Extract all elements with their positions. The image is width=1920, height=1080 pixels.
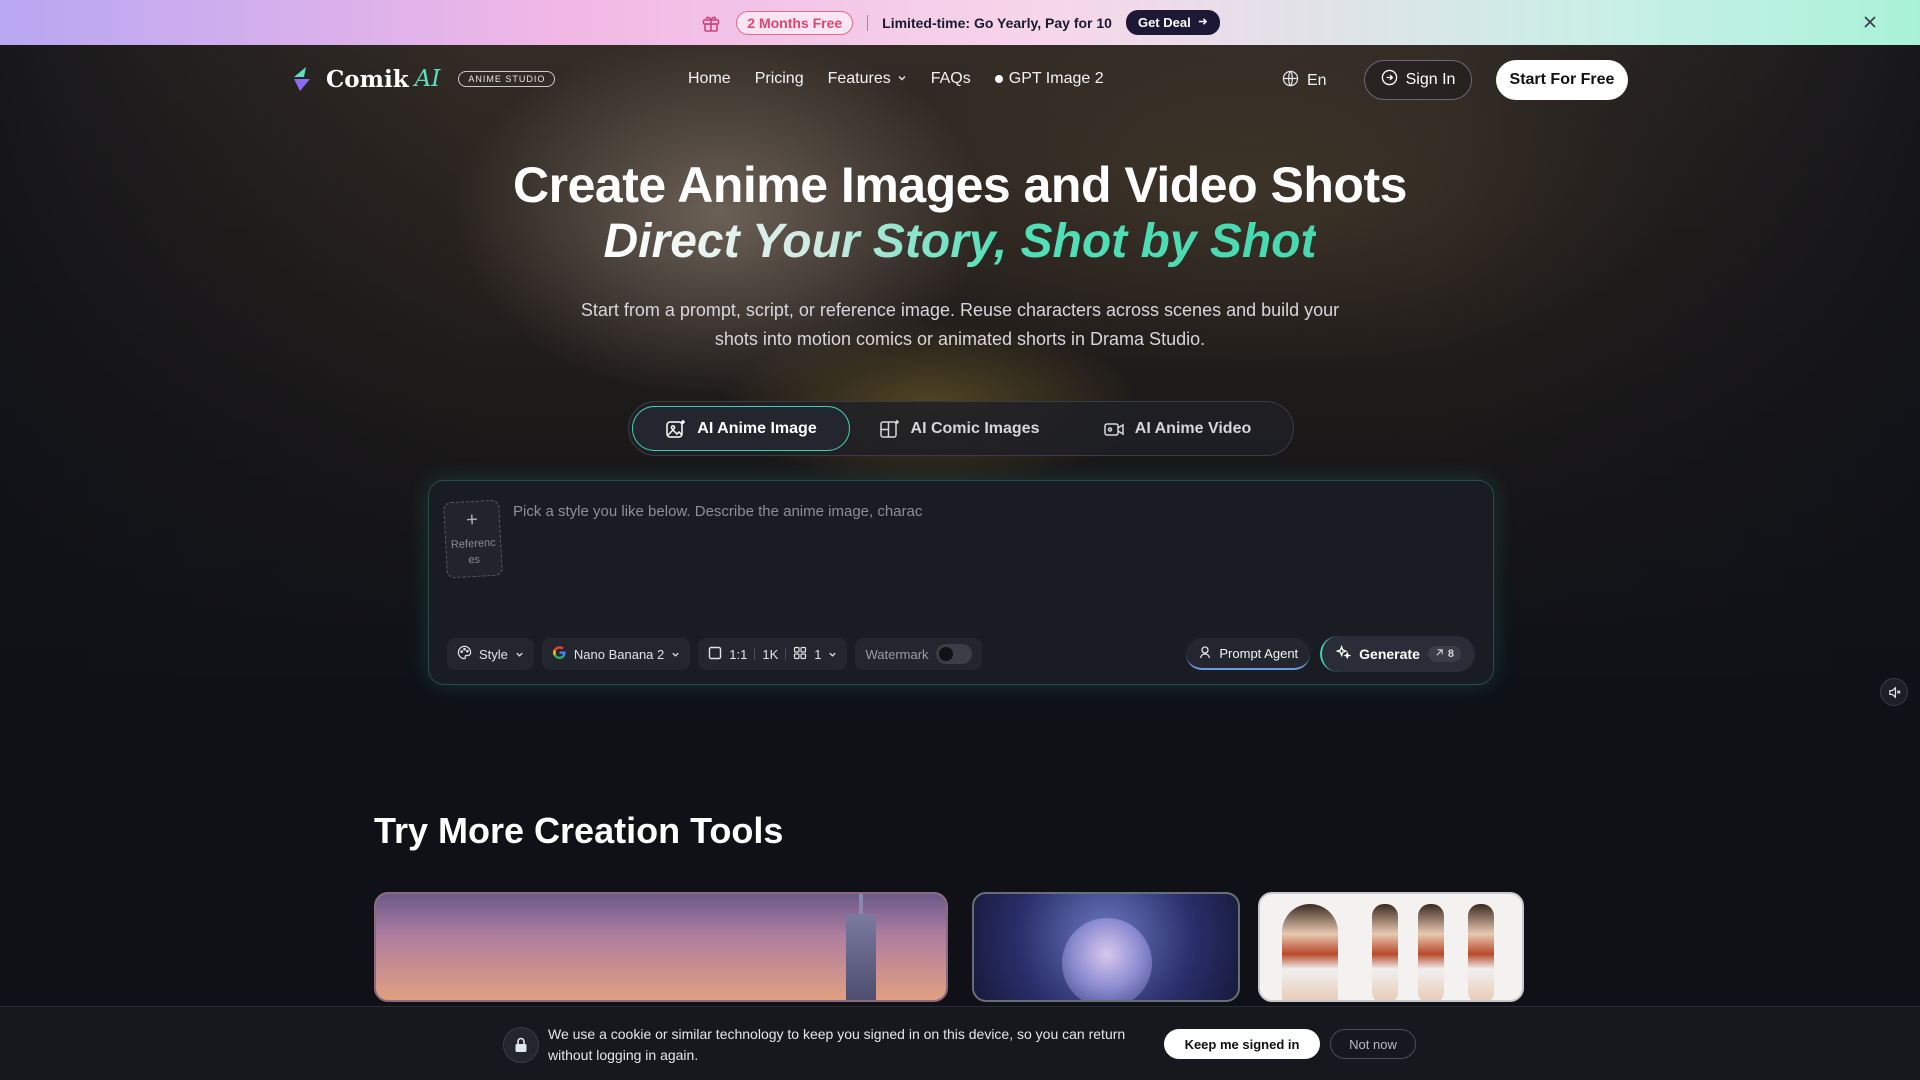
aspect-ratio-icon [708,646,722,663]
tab-ai-anime-video-label: AI Anime Video [1134,419,1252,437]
add-references-button[interactable]: + References [443,499,503,579]
generate-button[interactable]: Generate 8 [1320,636,1475,672]
promo-divider [867,14,869,31]
gift-icon [700,12,722,34]
tool-card-anime-girl[interactable] [972,892,1240,1002]
start-for-free-button[interactable]: Start For Free [1496,60,1628,100]
model-dropdown[interactable]: Nano Banana 2 [541,638,691,670]
mode-tabs: AI Anime Image AI Comic Images AI Anime … [628,401,1294,456]
not-now-button[interactable]: Not now [1330,1029,1416,1059]
video-camera-icon [1103,418,1125,440]
references-label: References [450,536,496,567]
nav-features-label: Features [827,70,891,87]
watermark-toggle[interactable] [935,644,972,664]
chevron-down-icon [828,647,837,662]
sign-in-button[interactable]: Sign In [1364,60,1472,100]
keep-signed-in-button[interactable]: Keep me signed in [1164,1029,1320,1059]
close-icon[interactable] [1860,12,1880,32]
mute-icon[interactable] [1880,678,1908,706]
brand-ai: AI [414,66,441,92]
prompt-agent-button[interactable]: Prompt Agent [1186,638,1311,670]
image-sparkle-icon [665,418,687,440]
tab-ai-comic-images[interactable]: AI Comic Images [850,406,1068,451]
sparkle-icon [1335,644,1352,663]
ratio-label: 1:1 [729,646,748,662]
resolution-label: 1K [762,646,779,662]
model-label: Nano Banana 2 [573,646,665,662]
credit-count: 8 [1447,648,1454,660]
prompt-actions: Prompt Agent Generate 8 [1186,636,1475,672]
divider [754,648,756,660]
watermark-toggle-chip: Watermark [855,638,982,670]
dot-icon [994,75,1003,83]
top-navigation: Comik AI ANIME STUDIO Home Pricing Featu… [0,45,1920,115]
watermark-label: Watermark [865,646,929,662]
count-label: 1 [814,646,822,662]
nav-features[interactable]: Features [828,70,907,88]
promo-text: Limited-time: Go Yearly, Pay for 10 [882,14,1112,31]
plus-icon: + [465,508,479,532]
tab-ai-comic-images-label: AI Comic Images [910,419,1040,437]
sign-in-icon [1381,69,1398,91]
character-illustration [1062,918,1152,1000]
promo-badge: 2 Months Free [736,10,854,35]
tab-ai-anime-image-label: AI Anime Image [697,419,817,437]
nav-home[interactable]: Home [688,70,731,88]
language-label: En [1307,72,1327,89]
character-portrait-illustration [1282,904,1338,1000]
google-icon [552,645,567,663]
promo-banner: 2 Months Free Limited-time: Go Yearly, P… [0,0,1920,45]
agent-icon [1198,645,1212,662]
style-dropdown[interactable]: Style [447,638,534,670]
get-deal-label: Get Deal [1137,15,1191,30]
hero-description: Start from a prompt, script, or referenc… [580,300,1340,349]
nav-faqs[interactable]: FAQs [931,70,971,88]
size-settings-dropdown[interactable]: 1:1 1K 1 [698,638,848,670]
prompt-box: + References Pick a style you like below… [428,480,1494,685]
nav-pricing[interactable]: Pricing [755,70,804,88]
tower-illustration [846,894,876,1000]
prompt-input[interactable]: Pick a style you like below. Describe th… [513,503,922,520]
style-label: Style [479,646,508,662]
section-title: Try More Creation Tools [374,810,784,851]
hero-subtitle: Direct Your Story, Shot by Shot [0,214,1920,269]
sign-in-label: Sign In [1405,71,1456,88]
palette-icon [457,645,472,663]
character-pose-illustration [1418,904,1444,1000]
brand-name: Comik [326,65,409,93]
character-pose-illustration [1468,904,1494,1000]
tab-ai-anime-video[interactable]: AI Anime Video [1068,406,1286,451]
brand-tag: ANIME STUDIO [458,71,556,87]
generate-label: Generate [1359,646,1420,662]
cookie-banner: We use a cookie or similar technology to… [0,1006,1920,1080]
coin-icon [1435,648,1444,660]
tab-ai-anime-image[interactable]: AI Anime Image [632,406,850,451]
character-pose-illustration [1372,904,1398,1000]
nav-gpt-image-2[interactable]: GPT Image 2 [994,70,1104,88]
chevron-down-icon [671,647,680,662]
cookie-message: We use a cookie or similar technology to… [548,1026,1126,1063]
hero-title: Create Anime Images and Video Shots [513,157,1407,213]
tool-card-city-sunset[interactable] [374,892,948,1002]
chevron-down-icon [515,647,524,662]
divider [785,648,787,660]
comic-panel-icon [879,418,901,440]
get-deal-button[interactable]: Get Deal [1125,10,1220,35]
lock-icon [503,1027,539,1063]
language-selector[interactable]: En [1282,70,1327,92]
nav-gpt-image-2-label: GPT Image 2 [1008,70,1104,87]
arrow-right-icon [1197,15,1208,30]
credit-badge: 8 [1427,646,1461,662]
prompt-toolbar: Style Nano Banana 2 1:1 1K 1 Watermark [447,638,982,670]
globe-icon [1282,70,1299,92]
prompt-agent-label: Prompt Agent [1219,645,1299,661]
tool-card-character-sheet[interactable] [1258,892,1524,1002]
hero-subtitle-text: Direct Your Story, Shot by Shot [603,215,1317,268]
grid-icon [793,646,807,663]
main-menu: Home Pricing Features FAQs GPT Image 2 [688,70,1104,88]
logo-mark-icon [290,65,316,93]
chevron-down-icon [897,70,907,88]
logo[interactable]: Comik AI ANIME STUDIO [290,65,556,93]
